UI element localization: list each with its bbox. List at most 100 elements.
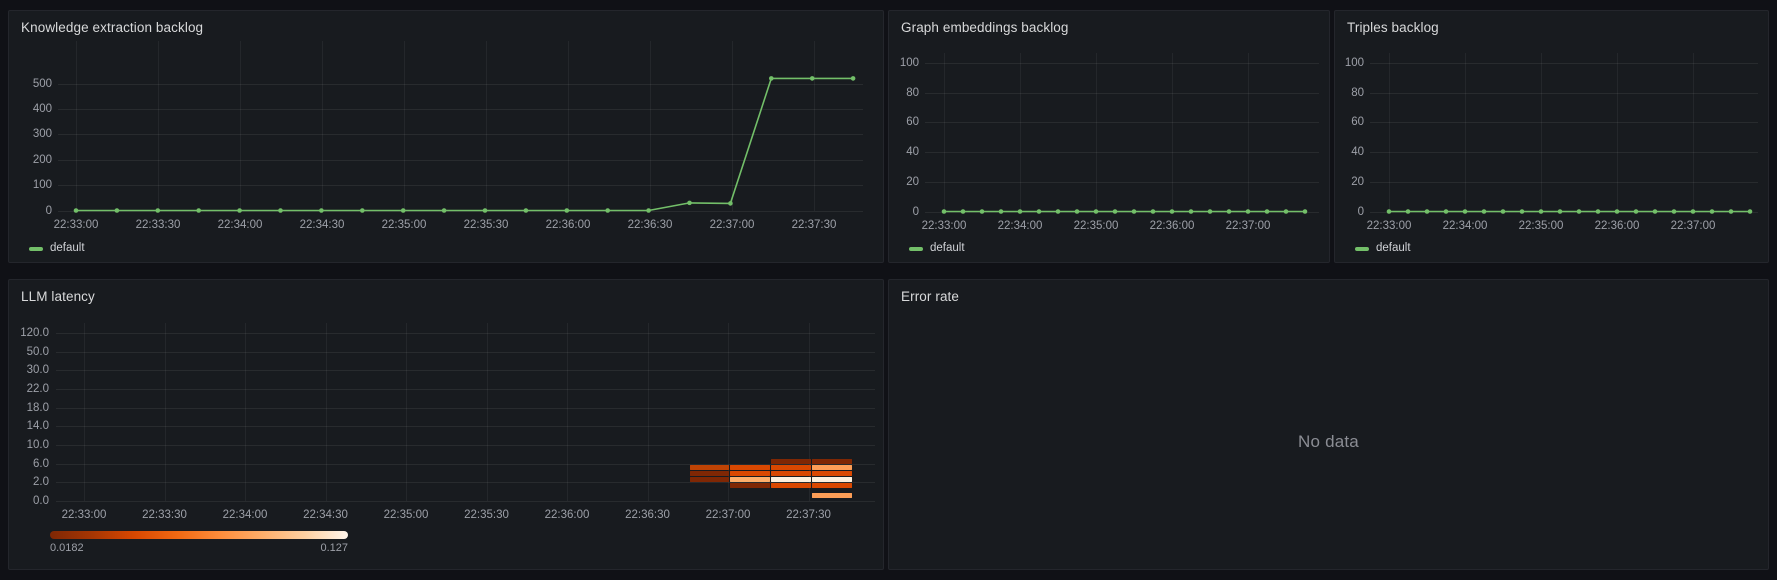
heatmap-cell xyxy=(771,477,811,483)
heatmap-cell xyxy=(730,483,770,489)
data-point xyxy=(1264,209,1270,214)
heatmap-cell xyxy=(730,471,770,477)
x-gridline xyxy=(245,323,246,502)
y-tick-label: 6.0 xyxy=(33,457,49,470)
panel-title[interactable]: Error rate xyxy=(901,289,959,304)
y-tick-label: 22.0 xyxy=(26,383,49,395)
data-point xyxy=(979,209,985,214)
x-gridline xyxy=(567,323,568,502)
heatmap-cell xyxy=(689,465,729,471)
data-point xyxy=(1595,209,1601,214)
y-gridline xyxy=(56,501,875,503)
data-point xyxy=(73,208,79,213)
y-gridline xyxy=(56,389,875,390)
data-point xyxy=(1302,209,1308,214)
color-scale-max-label: 0.127 xyxy=(320,542,348,554)
data-point xyxy=(1112,209,1118,214)
heatmap-cell xyxy=(771,483,811,489)
data-point xyxy=(1652,209,1658,214)
data-point xyxy=(360,208,365,213)
data-point xyxy=(1017,209,1023,214)
y-gridline xyxy=(56,370,875,372)
x-tick-label: 22:35:00 xyxy=(383,509,429,521)
data-point xyxy=(1226,209,1232,214)
panel-graph-embeddings-backlog: Graph embeddings backlog default 100 80 60… xyxy=(888,10,1330,263)
data-point xyxy=(1747,209,1753,214)
y-tick-label: 30.0 xyxy=(26,364,49,377)
heatmap-cell xyxy=(812,465,852,471)
data-point xyxy=(523,208,529,213)
data-point xyxy=(1074,209,1080,214)
x-gridline xyxy=(325,323,327,502)
heatmap-cell xyxy=(730,477,770,483)
data-point xyxy=(1207,209,1213,214)
heatmap-cell xyxy=(771,459,811,465)
heatmap-color-scale xyxy=(50,531,348,539)
data-point xyxy=(1150,209,1156,214)
x-tick-label: 22:33:30 xyxy=(142,509,187,521)
data-point xyxy=(1055,209,1061,214)
x-tick-label: 22:36:30 xyxy=(625,509,670,521)
data-point xyxy=(1633,209,1639,214)
x-gridline xyxy=(164,323,166,502)
data-point xyxy=(1424,209,1430,214)
heatmap-cell xyxy=(689,477,729,483)
x-gridline xyxy=(406,323,407,502)
data-point xyxy=(196,208,201,213)
heatmap-cell xyxy=(689,471,729,477)
y-gridline xyxy=(56,351,875,353)
data-point xyxy=(941,209,947,214)
data-point xyxy=(155,208,161,213)
heatmap-cell xyxy=(812,471,852,477)
data-point xyxy=(1386,209,1392,214)
x-tick-label: 22:35:30 xyxy=(464,509,509,521)
data-point xyxy=(319,208,324,213)
data-point xyxy=(728,201,733,206)
panel-title[interactable]: LLM latency xyxy=(21,289,95,304)
data-point xyxy=(960,209,966,214)
y-tick-label: 0.0 xyxy=(33,495,49,508)
x-tick-label: 22:37:30 xyxy=(786,509,831,521)
time-series-line xyxy=(1386,209,1753,214)
data-point xyxy=(1245,209,1251,214)
x-tick-label: 22:34:00 xyxy=(222,509,268,521)
data-point xyxy=(1462,209,1468,214)
data-point xyxy=(998,209,1004,214)
x-tick-label: 22:33:00 xyxy=(61,509,107,521)
panel-triples-backlog: Triples backlog default 100 80 60 40 20 0 22:3… xyxy=(1334,10,1769,263)
data-point xyxy=(114,208,120,213)
heatmap-cell xyxy=(771,471,811,477)
data-point xyxy=(687,200,692,206)
data-point xyxy=(1169,209,1175,214)
data-point xyxy=(237,208,242,213)
data-point xyxy=(278,208,283,213)
heatmap-cell xyxy=(812,459,852,465)
y-tick-label: 2.0 xyxy=(33,476,49,489)
y-gridline xyxy=(56,407,875,409)
y-gridline xyxy=(56,333,875,334)
x-gridline xyxy=(84,323,85,502)
data-point xyxy=(1481,209,1487,214)
data-point xyxy=(1728,209,1734,214)
data-point xyxy=(1500,209,1506,214)
x-gridline xyxy=(647,323,649,502)
data-point xyxy=(564,208,570,213)
data-point xyxy=(1405,209,1411,214)
data-point xyxy=(1576,209,1582,214)
data-point xyxy=(1036,209,1042,214)
heatmap-cell xyxy=(730,465,770,471)
x-tick-label: 22:37:00 xyxy=(705,509,751,521)
data-point xyxy=(1443,209,1449,214)
data-point xyxy=(809,76,815,81)
x-tick-label: 22:36:00 xyxy=(544,509,590,521)
heatmap-cell xyxy=(771,465,811,471)
data-point xyxy=(1093,209,1099,214)
heatmap-cell xyxy=(812,493,852,499)
data-point xyxy=(441,208,447,213)
y-gridline xyxy=(56,426,875,428)
x-tick-label: 22:34:30 xyxy=(303,509,348,521)
data-point xyxy=(850,76,856,81)
data-point xyxy=(1283,209,1289,214)
grafana-dashboard: Knowledge extraction backlog default 500… xyxy=(0,0,1777,580)
panel-llm-latency: LLM latency 0.0182 0.127 120.0 50.0 30.0 22… xyxy=(8,279,884,570)
